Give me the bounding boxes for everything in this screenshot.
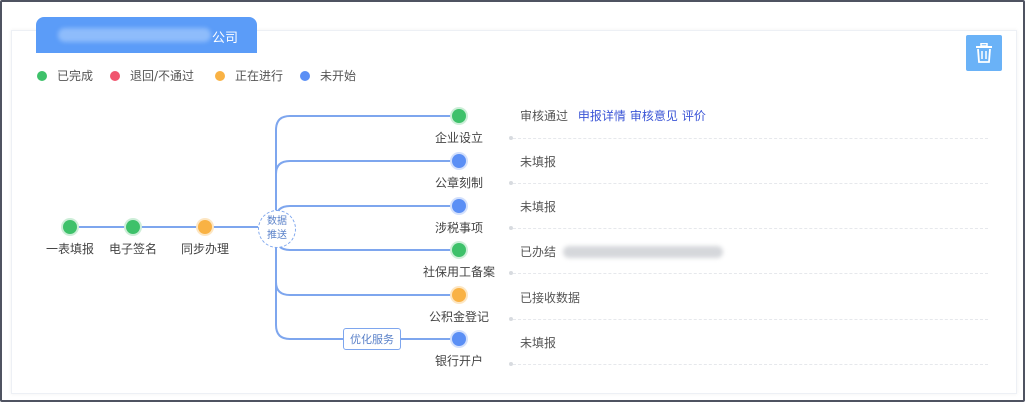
branch-label-3: 涉税事项 xyxy=(434,221,484,235)
branch-line-5 xyxy=(275,281,459,296)
status-text: 审核通过 xyxy=(520,109,569,123)
row-divider xyxy=(509,317,988,321)
branch-label-4: 社保用工备案 xyxy=(422,265,496,279)
step-node-2 xyxy=(126,220,140,234)
branch-label-6: 银行开户 xyxy=(434,354,484,368)
status-row-2: 未填报 xyxy=(520,153,556,170)
status-row-4: 已办结 xyxy=(520,243,556,260)
branch-node-6 xyxy=(452,332,466,346)
branch-label-1: 企业设立 xyxy=(434,131,484,145)
status-row-6: 未填报 xyxy=(520,334,556,351)
row-divider xyxy=(509,271,988,275)
optimize-service-tag[interactable]: 优化服务 xyxy=(343,328,401,350)
row-divider xyxy=(509,136,988,140)
status-row-3: 未填报 xyxy=(520,198,556,215)
data-push-hub: 数据 推送 xyxy=(258,210,296,248)
step-label-1: 一表填报 xyxy=(45,242,95,256)
branch-line-2 xyxy=(275,160,459,175)
branch-node-2 xyxy=(452,154,466,168)
status-text: 未填报 xyxy=(520,155,557,169)
row-divider xyxy=(509,362,988,366)
status-row-1: 审核通过 申报详情 审核意见 评价 xyxy=(520,107,706,124)
row-divider xyxy=(509,181,988,185)
status-text: 已接收数据 xyxy=(520,291,581,305)
step-label-3: 同步办理 xyxy=(180,242,230,256)
status-row-5: 已接收数据 xyxy=(520,289,580,306)
branch-node-5 xyxy=(452,288,466,302)
flow-lines xyxy=(61,107,468,348)
row-divider xyxy=(509,226,988,230)
branch-label-2: 公章刻制 xyxy=(434,176,484,190)
status-text: 已办结 xyxy=(520,245,557,259)
branch-node-1 xyxy=(452,109,466,123)
step-label-2: 电子签名 xyxy=(108,242,158,256)
branch-node-3 xyxy=(452,199,466,213)
declaration-details-link[interactable]: 申报详情 xyxy=(578,109,626,123)
branch-line-3 xyxy=(275,205,459,220)
hub-label-line2: 推送 xyxy=(267,230,287,241)
review-opinion-link[interactable]: 审核意见 xyxy=(630,109,678,123)
branch-label-5: 公积金登记 xyxy=(428,310,490,324)
step-node-3 xyxy=(198,220,212,234)
status-text: 未填报 xyxy=(520,336,557,350)
redacted-value xyxy=(563,246,723,258)
evaluate-link[interactable]: 评价 xyxy=(682,109,706,123)
status-text: 未填报 xyxy=(520,200,557,214)
branch-line-4 xyxy=(275,235,459,251)
hub-label-line1: 数据 xyxy=(267,216,287,227)
branch-node-4 xyxy=(452,243,466,257)
step-node-1 xyxy=(63,220,77,234)
